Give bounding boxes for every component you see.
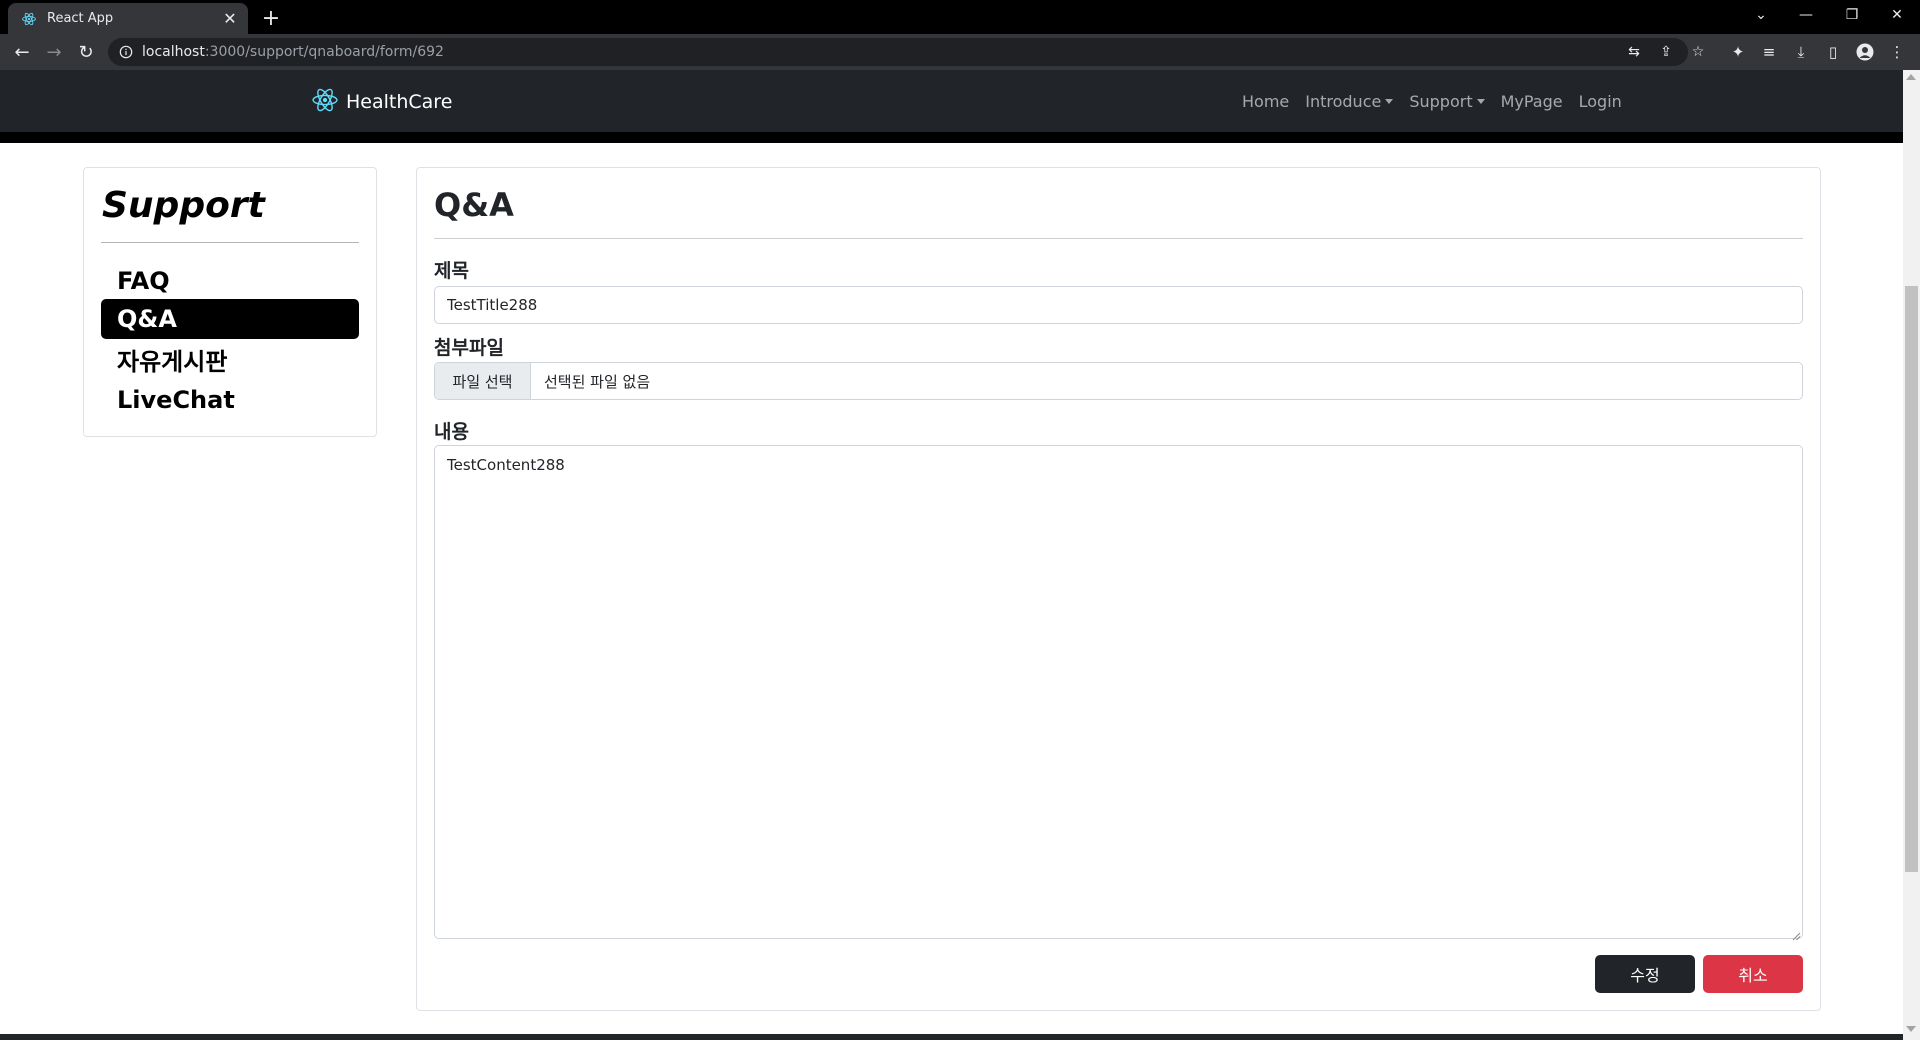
profile-avatar-icon[interactable] xyxy=(1854,42,1876,62)
sidebar-item-faq[interactable]: FAQ xyxy=(101,261,359,301)
browser-tab[interactable]: React App ✕ xyxy=(8,3,248,34)
sidebar-item-label: FAQ xyxy=(117,267,170,295)
nav-support-label: Support xyxy=(1409,92,1473,111)
title-input[interactable] xyxy=(434,286,1803,324)
close-tab-icon[interactable]: ✕ xyxy=(220,9,240,29)
content-textarea[interactable]: TestContent288 xyxy=(434,445,1803,939)
new-tab-icon[interactable]: + xyxy=(258,5,284,31)
sidebar-item-label: 자유게시판 xyxy=(117,347,228,376)
file-status-text: 선택된 파일 없음 xyxy=(544,372,651,391)
download-icon[interactable]: ⤓ xyxy=(1790,42,1812,62)
caret-down-icon xyxy=(1476,99,1485,104)
page-title: Q&A xyxy=(434,186,514,224)
browser-toolbar: ← → ↻ localhost:3000/support/qnaboard/fo… xyxy=(0,34,1920,70)
sidebar-divider xyxy=(101,242,359,243)
nav-home-label: Home xyxy=(1242,92,1290,111)
brand-link[interactable]: HealthCare xyxy=(312,87,452,117)
sidebar-item-label: LiveChat xyxy=(117,386,235,414)
nav-introduce-dropdown[interactable]: Introduce xyxy=(1297,92,1401,111)
close-window-icon[interactable]: ✕ xyxy=(1874,0,1920,30)
nav-support-dropdown[interactable]: Support xyxy=(1401,92,1492,111)
edit-submit-button[interactable]: 수정 xyxy=(1595,955,1695,993)
sidebar-item-qna[interactable]: Q&A xyxy=(101,299,359,339)
bookmark-star-icon[interactable]: ☆ xyxy=(1688,42,1708,62)
forward-icon[interactable]: → xyxy=(42,40,66,64)
nav-mypage[interactable]: MyPage xyxy=(1493,92,1571,111)
react-icon xyxy=(21,11,37,27)
tab-title: React App xyxy=(47,11,114,26)
caret-down-icon xyxy=(1385,99,1394,104)
nav-introduce-label: Introduce xyxy=(1305,92,1382,111)
sidebar-item-label: Q&A xyxy=(117,305,177,333)
tab-search-icon[interactable]: ⌄ xyxy=(1738,0,1784,30)
minimize-icon[interactable]: — xyxy=(1783,0,1829,30)
sidebar-title: Support xyxy=(102,185,265,226)
extensions-icon[interactable]: ✦ xyxy=(1727,42,1749,62)
navbar-bottom-border xyxy=(0,132,1903,143)
footer-edge xyxy=(0,1034,1903,1040)
title-divider xyxy=(434,238,1803,239)
browser-menu-icon[interactable]: ⋮ xyxy=(1886,42,1908,62)
nav-login-label: Login xyxy=(1578,92,1622,111)
choose-file-button[interactable]: 파일 선택 xyxy=(435,363,531,399)
attachment-label: 첨부파일 xyxy=(434,337,504,359)
share-icon[interactable]: ⇪ xyxy=(1656,42,1676,62)
scroll-down-arrow-icon[interactable] xyxy=(1906,1026,1916,1032)
sidebar-item-free-board[interactable]: 자유게시판 xyxy=(101,339,359,379)
attachment-file-input[interactable]: 파일 선택 선택된 파일 없음 xyxy=(434,362,1803,400)
address-bar[interactable]: localhost:3000/support/qnaboard/form/692… xyxy=(108,38,1704,66)
nav-home[interactable]: Home xyxy=(1234,92,1297,111)
qna-form-card: Q&A 제목 첨부파일 파일 선택 선택된 파일 없음 내용 TestConte… xyxy=(416,167,1821,1011)
nav-login[interactable]: Login xyxy=(1571,92,1630,111)
site-info-icon[interactable] xyxy=(118,44,134,60)
scroll-up-arrow-icon[interactable] xyxy=(1906,74,1916,80)
content-label: 내용 xyxy=(434,421,469,443)
sidebar-item-livechat[interactable]: LiveChat xyxy=(101,380,359,420)
nav-mypage-label: MyPage xyxy=(1500,92,1563,111)
app-navbar: HealthCare Home Introduce Support MyPage… xyxy=(0,70,1903,132)
react-logo-icon xyxy=(312,87,338,117)
title-label: 제목 xyxy=(434,260,469,282)
back-icon[interactable]: ← xyxy=(10,40,34,64)
translate-icon[interactable]: ⇆ xyxy=(1624,42,1644,62)
nav-links: Home Introduce Support MyPage Login xyxy=(1234,92,1630,111)
brand-name: HealthCare xyxy=(346,91,453,113)
reload-icon[interactable]: ↻ xyxy=(74,40,98,64)
scrollbar-thumb[interactable] xyxy=(1905,286,1918,872)
cancel-button[interactable]: 취소 xyxy=(1703,955,1803,993)
url-text: localhost:3000/support/qnaboard/form/692 xyxy=(142,44,444,60)
side-panel-icon[interactable]: ▯ xyxy=(1822,42,1844,62)
reading-list-icon[interactable]: ≡ xyxy=(1758,42,1780,62)
resize-grip-icon[interactable] xyxy=(1792,926,1801,941)
restore-icon[interactable]: ❐ xyxy=(1829,0,1875,30)
support-sidebar: Support FAQ Q&A 자유게시판 LiveChat xyxy=(83,167,377,437)
browser-tab-strip: React App ✕ + ⌄ — ❐ ✕ xyxy=(0,0,1920,34)
